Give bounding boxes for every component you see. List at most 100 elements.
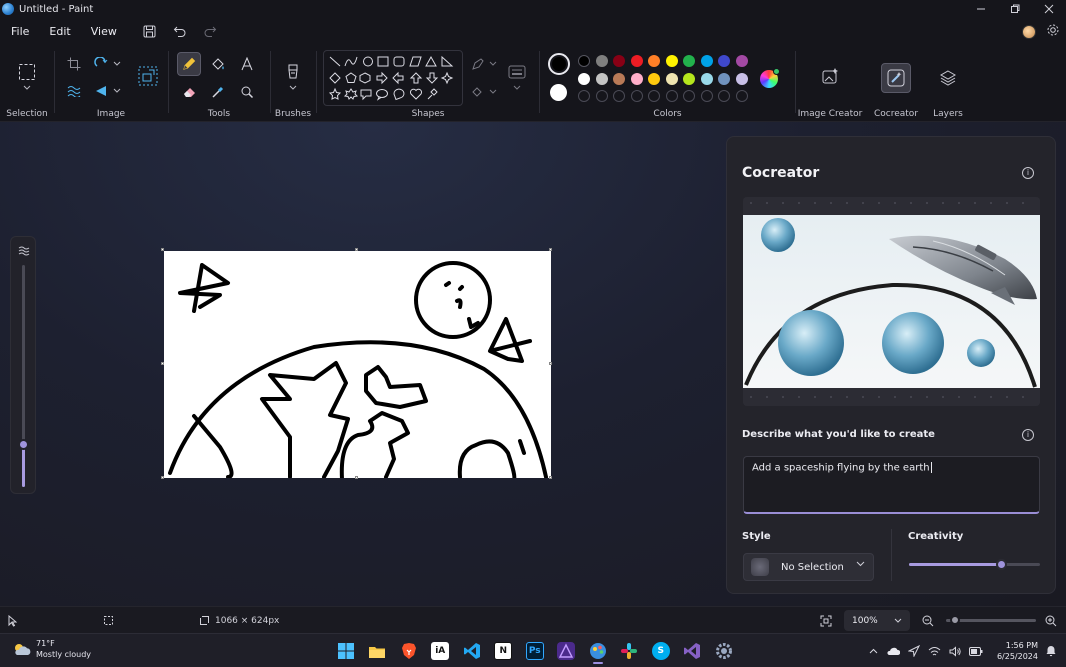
color-swatch[interactable] <box>578 55 590 67</box>
taskbar-vscode[interactable] <box>456 638 488 664</box>
fill-tool[interactable] <box>207 53 229 75</box>
stroke-size-button[interactable] <box>506 61 528 83</box>
taskbar-notion[interactable]: N <box>488 638 520 664</box>
resize-handle[interactable] <box>355 248 358 251</box>
taskbar-ia-writer[interactable]: iA <box>425 638 457 664</box>
battery-icon[interactable] <box>968 646 983 656</box>
color-picker-tool[interactable] <box>207 81 229 103</box>
menu-view[interactable]: View <box>81 18 127 45</box>
minimize-button[interactable] <box>964 0 998 18</box>
chevron-up-icon[interactable] <box>869 648 878 654</box>
wifi-icon[interactable] <box>928 646 941 657</box>
onedrive-icon[interactable] <box>886 646 900 656</box>
notification-bell-icon[interactable] <box>1046 645 1056 657</box>
taskbar-slack[interactable] <box>614 638 646 664</box>
taskbar-settings[interactable] <box>708 638 740 664</box>
layers-button[interactable] <box>937 67 959 89</box>
color-swatch[interactable] <box>665 55 678 67</box>
color-swatch[interactable] <box>613 72 625 85</box>
color-swatch[interactable] <box>735 55 748 67</box>
settings-button[interactable] <box>1046 23 1060 40</box>
account-avatar[interactable] <box>1022 24 1036 39</box>
rotate-button[interactable] <box>93 53 123 75</box>
color-swatch[interactable] <box>700 72 713 85</box>
color-swatch[interactable] <box>595 72 608 85</box>
redo-button[interactable] <box>195 18 225 45</box>
resize-handle[interactable] <box>355 476 358 479</box>
taskbar-visual-studio[interactable] <box>677 638 709 664</box>
custom-color-slot[interactable] <box>578 90 590 102</box>
undo-button[interactable] <box>165 18 195 45</box>
resize-handle[interactable] <box>161 476 164 479</box>
resize-handle[interactable] <box>161 248 164 251</box>
fit-to-window-button[interactable] <box>820 607 832 634</box>
color-swatch[interactable] <box>683 55 695 67</box>
weather-widget[interactable]: 71°F Mostly cloudy <box>12 638 91 660</box>
custom-color-slot[interactable] <box>683 90 695 102</box>
custom-color-slot[interactable] <box>665 90 678 102</box>
resize-button[interactable] <box>137 65 159 87</box>
zoom-dropdown[interactable]: 100% <box>844 610 910 631</box>
generated-preview[interactable] <box>743 197 1040 406</box>
color-swatch[interactable] <box>648 72 660 85</box>
restore-button[interactable] <box>998 0 1032 18</box>
taskbar-paint[interactable] <box>582 638 614 664</box>
crop-button[interactable] <box>63 53 85 75</box>
color-swatch[interactable] <box>665 72 678 85</box>
custom-color-slot[interactable] <box>595 90 608 102</box>
eraser-tool[interactable] <box>179 81 201 103</box>
color-swatch[interactable] <box>718 55 730 67</box>
pencil-tool[interactable] <box>177 52 201 76</box>
magnifier-tool[interactable] <box>236 81 258 103</box>
color-swatch[interactable] <box>613 55 625 67</box>
image-creator-button[interactable] <box>819 65 841 87</box>
info-icon[interactable]: i <box>1022 429 1034 441</box>
taskbar-brave[interactable] <box>393 638 425 664</box>
taskbar-affinity[interactable] <box>551 638 583 664</box>
brushes-button[interactable] <box>282 61 304 83</box>
taskbar-photoshop[interactable]: Ps <box>519 638 551 664</box>
zoom-slider[interactable] <box>946 615 1036 625</box>
location-icon[interactable] <box>907 645 920 657</box>
flip-button[interactable] <box>93 80 123 102</box>
system-clock[interactable]: 1:56 PM 6/25/2024 <box>997 640 1038 662</box>
custom-color-slot[interactable] <box>718 90 730 102</box>
free-select-button[interactable] <box>63 80 85 102</box>
brush-size-track[interactable] <box>18 265 29 487</box>
shape-fill-button[interactable] <box>470 81 500 103</box>
custom-color-slot[interactable] <box>648 90 660 102</box>
edit-colors-button[interactable] <box>760 68 780 88</box>
secondary-color[interactable] <box>550 84 567 101</box>
info-icon[interactable]: i <box>1022 167 1034 179</box>
taskbar-file-explorer[interactable] <box>362 638 394 664</box>
color-swatch[interactable] <box>700 55 713 67</box>
prompt-input[interactable]: Add a spaceship flying by the earth <box>743 456 1040 514</box>
selection-button[interactable] <box>16 61 38 83</box>
close-button[interactable] <box>1032 0 1066 18</box>
resize-handle[interactable] <box>161 362 164 365</box>
color-swatch[interactable] <box>718 72 730 85</box>
style-dropdown[interactable]: No Selection <box>743 553 874 581</box>
color-swatch[interactable] <box>630 72 643 85</box>
save-button[interactable] <box>135 18 165 45</box>
menu-file[interactable]: File <box>0 18 39 45</box>
color-swatch[interactable] <box>630 55 643 67</box>
custom-color-slot[interactable] <box>613 90 625 102</box>
primary-color[interactable] <box>548 53 570 75</box>
cocreator-button[interactable] <box>881 63 911 93</box>
menu-edit[interactable]: Edit <box>39 18 80 45</box>
custom-color-slot[interactable] <box>630 90 643 102</box>
taskbar-start[interactable] <box>330 638 362 664</box>
resize-handle[interactable] <box>549 248 552 251</box>
resize-handle[interactable] <box>549 362 552 365</box>
creativity-thumb[interactable] <box>995 559 1007 570</box>
resize-handle[interactable] <box>549 476 552 479</box>
color-swatch[interactable] <box>595 55 608 67</box>
text-tool[interactable] <box>236 53 258 75</box>
drawing-canvas[interactable] <box>164 251 551 481</box>
zoom-out-button[interactable] <box>922 607 934 634</box>
shape-outline-button[interactable] <box>470 53 500 75</box>
selection-dropdown[interactable] <box>16 81 38 95</box>
taskbar-skype[interactable]: S <box>645 638 677 664</box>
color-swatch[interactable] <box>648 55 660 67</box>
